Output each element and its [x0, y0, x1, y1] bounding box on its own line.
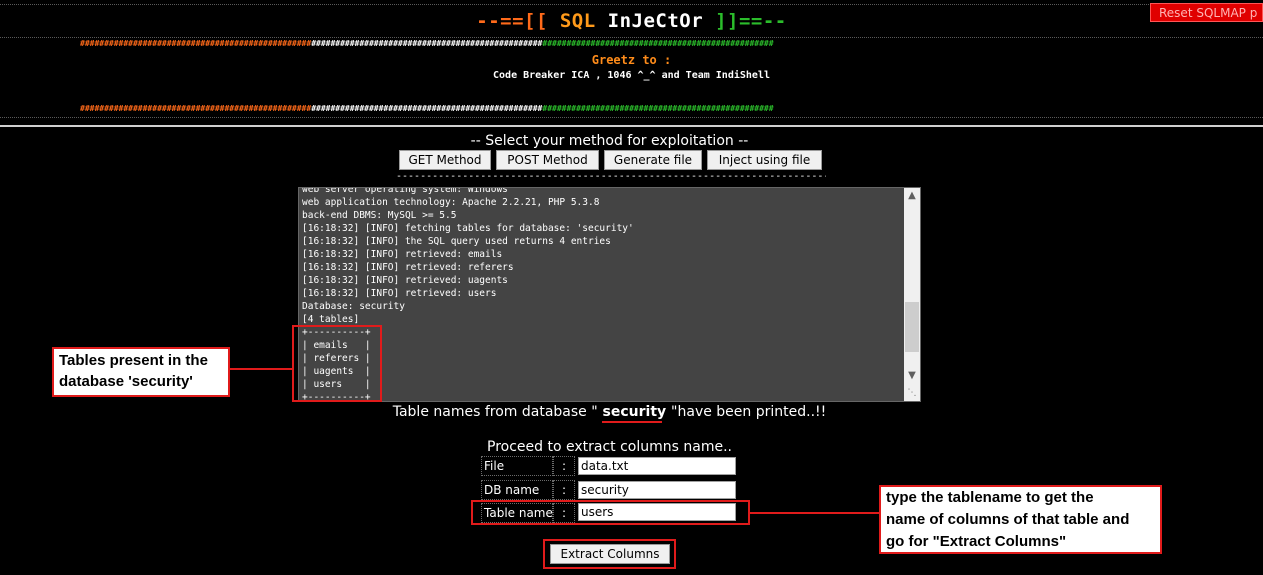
lower-dotted-divider: [0, 117, 1263, 118]
db-name-input[interactable]: [578, 481, 736, 499]
tables-highlight-box: [292, 325, 382, 402]
hash-banner-top: ########################################…: [80, 39, 774, 48]
db-name-label: DB name: [481, 480, 553, 500]
db-name-colon: :: [553, 480, 575, 500]
file-input[interactable]: [578, 457, 736, 475]
file-label: File: [481, 456, 553, 476]
hash-banner-bottom: ########################################…: [80, 104, 774, 113]
annotation-connector-left: [230, 368, 292, 370]
annotation-connector-right: [750, 512, 880, 514]
columns-annotation-line2: name of columns of that table and: [886, 511, 1130, 528]
table-name-highlight-box: [471, 500, 750, 525]
file-colon: :: [553, 456, 575, 476]
title-prefix: --==[[: [476, 10, 560, 32]
form-heading: Proceed to extract columns name..: [487, 439, 732, 455]
scroll-up-icon[interactable]: ▲: [904, 188, 920, 204]
tables-annotation-line1: Tables present in the: [59, 352, 208, 369]
extract-columns-button[interactable]: Extract Columns: [550, 544, 670, 564]
post-method-button[interactable]: POST Method: [496, 150, 599, 170]
scroll-down-icon[interactable]: ▼: [904, 368, 920, 384]
generate-file-button[interactable]: Generate file: [604, 150, 702, 170]
method-separator: ----------------------------------------…: [396, 171, 826, 182]
security-underline: [602, 421, 662, 423]
tables-annotation: Tables present in the database 'security': [52, 347, 230, 397]
title-suffix: ]]==--: [703, 10, 787, 32]
method-heading: -- Select your method for exploitation -…: [470, 133, 749, 149]
scrollbar-thumb[interactable]: [905, 302, 919, 352]
header-separator-line: [0, 125, 1263, 127]
get-method-button[interactable]: GET Method: [399, 150, 491, 170]
tables-printed-message: Table names from database " security "ha…: [0, 404, 1219, 420]
top-dotted-divider: [0, 4, 1263, 5]
columns-annotation-line1: type the tablename to get the: [886, 489, 1094, 506]
columns-annotation: type the tablename to get the name of col…: [879, 485, 1162, 554]
greetz-label: Greetz to :: [591, 53, 672, 67]
greetz-names: Code Breaker ICA , 1046 ^_^ and Team Ind…: [493, 70, 770, 81]
tables-annotation-line2: database 'security': [59, 373, 193, 390]
inject-using-file-button[interactable]: Inject using file: [707, 150, 822, 170]
console-scrollbar[interactable]: ▲ ▼ ⋱: [904, 188, 920, 401]
title-sql: SQL: [559, 10, 608, 32]
resize-grip-icon[interactable]: ⋱: [904, 385, 920, 401]
printed-message-db: security: [597, 404, 672, 420]
page-title: --==[[ SQL InJeCtOr ]]==--: [0, 10, 1263, 32]
output-console[interactable]: web server operating system: Windows web…: [298, 187, 921, 402]
title-injector: InJeCtOr: [607, 10, 704, 32]
printed-message-suffix: "have been printed..!!: [671, 404, 827, 420]
columns-annotation-line3: go for "Extract Columns": [886, 533, 1067, 550]
printed-message-prefix: Table names from database ": [392, 404, 598, 420]
